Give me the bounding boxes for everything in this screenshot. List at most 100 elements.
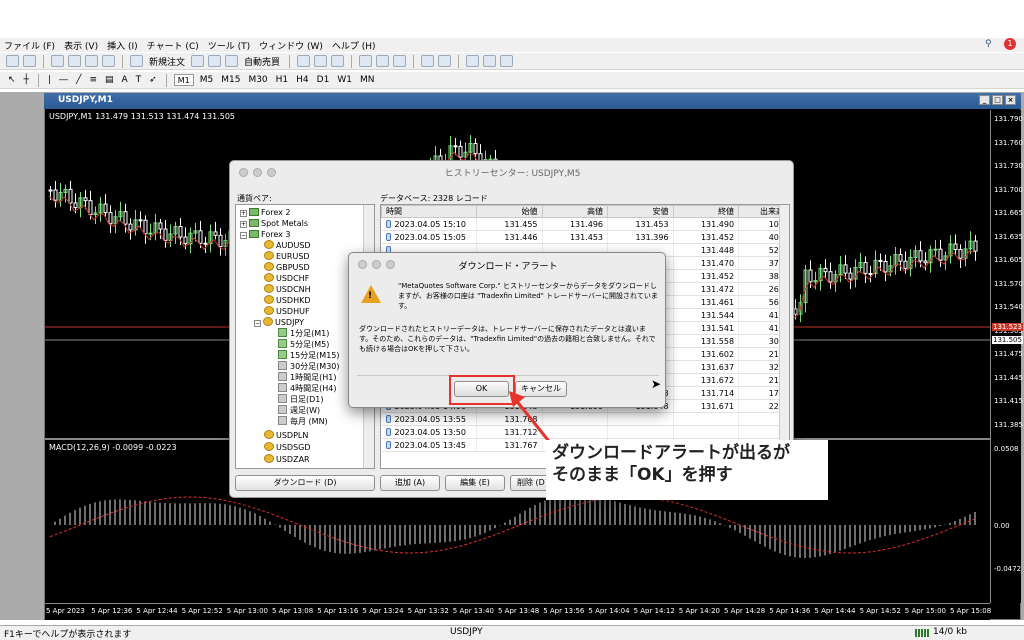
time-label: 5 Apr 14:28 xyxy=(724,607,766,615)
text-label-icon[interactable]: T xyxy=(134,75,144,85)
close-icon[interactable]: × xyxy=(1005,95,1016,105)
candle-body xyxy=(68,188,73,204)
profiles-icon[interactable] xyxy=(23,55,36,67)
add-button[interactable]: 追加 (A) xyxy=(380,475,440,491)
table-row[interactable]: 2023.04.05 15:10 131.455 131.496 131.453 131… xyxy=(381,217,789,231)
channel-icon[interactable]: ≡ xyxy=(87,75,99,85)
fibonacci-icon[interactable]: ▤ xyxy=(103,75,116,85)
new-order-button[interactable]: 新規注文 xyxy=(147,55,187,68)
timeframe-m5[interactable]: M5 xyxy=(198,75,216,85)
chart-shift-icon[interactable] xyxy=(438,55,452,67)
table-row[interactable]: 2023.04.05 13:55 131.708 xyxy=(381,412,789,426)
text-icon[interactable]: A xyxy=(120,75,130,85)
menu-view[interactable]: 表示 (V) xyxy=(64,39,98,52)
metaeditor-icon[interactable] xyxy=(191,55,205,67)
menu-tools[interactable]: ツール (T) xyxy=(208,39,250,52)
tree-symbol[interactable]: USDSGD xyxy=(264,442,311,454)
candle-body xyxy=(793,308,798,315)
collapse-icon[interactable]: − xyxy=(240,232,247,239)
time-label: 5 Apr 13:56 xyxy=(543,607,585,615)
market-watch-icon[interactable] xyxy=(51,55,64,67)
maximize-icon[interactable]: □ xyxy=(992,95,1003,105)
price-scale[interactable]: 131.790 131.760 131.730 131.700 131.665 131.6… xyxy=(990,110,1023,603)
coin-icon xyxy=(264,284,274,293)
table-row[interactable]: 2023.04.05 15:05 131.446 131.453 131.396 131… xyxy=(381,230,789,244)
new-chart-icon[interactable] xyxy=(6,55,19,67)
menu-charts[interactable]: チャート (C) xyxy=(147,39,199,52)
autoscroll-icon[interactable] xyxy=(421,55,435,67)
period-icon[interactable] xyxy=(483,55,497,67)
cursor-icon[interactable]: ↖ xyxy=(6,75,18,85)
search-icon[interactable]: ⚲ xyxy=(985,39,992,49)
data-window-icon[interactable] xyxy=(68,55,81,67)
navigator-icon[interactable] xyxy=(85,55,98,67)
notification-icon[interactable]: 1 xyxy=(1004,38,1016,50)
minimize-icon[interactable]: _ xyxy=(979,95,990,105)
timeframe-w1[interactable]: W1 xyxy=(335,75,354,85)
timeframe-m30[interactable]: M30 xyxy=(246,75,269,85)
column-header[interactable]: 始値 xyxy=(476,205,543,218)
timeframe-d1[interactable]: D1 xyxy=(315,75,332,85)
timeframe-mn[interactable]: MN xyxy=(358,75,377,85)
collapse-icon[interactable]: − xyxy=(254,320,261,327)
indicators-icon[interactable] xyxy=(466,55,480,67)
zoom-out-icon[interactable] xyxy=(376,55,390,67)
alert-title: ダウンロード・アラート xyxy=(458,262,558,272)
zoom-in-icon[interactable] xyxy=(359,55,373,67)
table-cell: 131.452 xyxy=(673,230,740,244)
trendline-icon[interactable]: ╱ xyxy=(74,75,83,85)
column-header[interactable]: 高値 xyxy=(541,205,609,218)
bar-chart-icon[interactable] xyxy=(297,55,311,67)
period-icon xyxy=(278,328,287,337)
drawing-toolbar: ↖ ┼ | ― ╱ ≡ ▤ A T ➶ M1 M5 M15 M30 H1 H4 … xyxy=(0,72,1024,89)
timeframe-h1[interactable]: H1 xyxy=(274,75,291,85)
vertical-line-icon[interactable]: | xyxy=(46,75,53,85)
arrows-icon[interactable]: ➶ xyxy=(147,75,159,85)
status-symbol: USDJPY xyxy=(450,627,483,637)
price-label: 131.445 xyxy=(994,373,1023,382)
expert-icon[interactable] xyxy=(208,55,222,67)
download-button[interactable]: ダウンロード (D) xyxy=(235,475,375,491)
signals-icon[interactable] xyxy=(225,55,239,67)
tree-label-text: 4時間足(H4) xyxy=(290,384,337,393)
time-label: 5 Apr 14:04 xyxy=(588,607,630,615)
candle-body xyxy=(123,211,128,225)
time-scale[interactable]: 5 Apr 2023 5 Apr 12:36 5 Apr 12:44 5 Apr 12… xyxy=(45,603,991,620)
macd-signal-line xyxy=(49,496,976,554)
table-row[interactable]: 2023.04.05 13:50 131.712 xyxy=(381,425,789,439)
templates-icon[interactable] xyxy=(500,55,514,67)
column-header[interactable]: 終値 xyxy=(672,205,740,218)
table-cell: 131.461 xyxy=(673,295,740,309)
expand-icon[interactable]: + xyxy=(240,221,247,228)
horizontal-line-icon[interactable]: ― xyxy=(57,75,70,85)
menu-insert[interactable]: 挿入 (I) xyxy=(107,39,138,52)
table-cell: 131.490 xyxy=(673,217,740,231)
callout-line-2: そのまま「OK」を押す xyxy=(552,465,733,485)
menu-file[interactable]: ファイル (F) xyxy=(4,39,55,52)
expand-icon[interactable]: + xyxy=(240,210,247,217)
macd-label: MACD(12,26,9) -0.0099 -0.0223 xyxy=(49,443,177,452)
column-header[interactable]: 安値 xyxy=(607,205,674,218)
grid-scrollbar[interactable] xyxy=(779,205,789,468)
tree-symbol[interactable]: USDPLN xyxy=(264,430,308,442)
edit-button[interactable]: 編集 (E) xyxy=(445,475,505,491)
candlestick-icon[interactable] xyxy=(314,55,328,67)
cell-text: 2023.04.05 15:10 xyxy=(394,219,466,229)
terminal-icon[interactable] xyxy=(102,55,115,67)
period-icon xyxy=(278,339,287,348)
table-cell: 131.453 xyxy=(607,217,674,231)
tree-symbol[interactable]: USDZAR xyxy=(264,454,310,466)
timeframe-m15[interactable]: M15 xyxy=(219,75,242,85)
new-order-icon[interactable] xyxy=(130,55,143,67)
menu-help[interactable]: ヘルプ (H) xyxy=(332,39,376,52)
line-chart-icon[interactable] xyxy=(331,55,345,67)
tree-period[interactable]: 毎月 (MN) xyxy=(278,416,328,428)
menu-window[interactable]: ウィンドウ (W) xyxy=(259,39,323,52)
timeframe-m1[interactable]: M1 xyxy=(173,74,194,86)
autotrade-button[interactable]: 自動売買 xyxy=(242,55,282,68)
timeframe-h4[interactable]: H4 xyxy=(294,75,311,85)
tile-windows-icon[interactable] xyxy=(393,55,407,67)
column-header[interactable]: 時間 xyxy=(381,205,477,218)
chart-window-titlebar[interactable]: USDJPY,M1 _ □ × xyxy=(44,93,1021,109)
crosshair-icon[interactable]: ┼ xyxy=(22,75,31,85)
